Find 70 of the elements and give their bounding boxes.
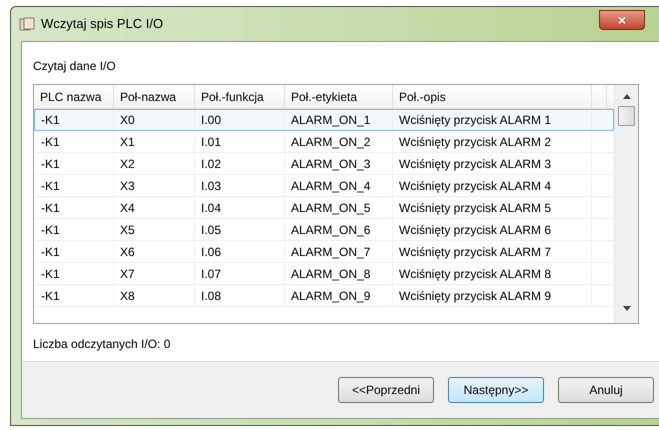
table-cell-text: X2: [120, 156, 135, 173]
column-header[interactable]: Poł.-funkcja: [195, 85, 285, 108]
table-cell-text: X6: [120, 244, 135, 261]
table-cell-text: -K1: [41, 266, 60, 283]
table-cell-text: -K1: [41, 288, 60, 305]
table-cell-text: X8: [120, 288, 135, 305]
table-row[interactable]: -K1 X6 I.06 ALARM_ON_7 Wciśnięty przycisk ALARM 7: [34, 241, 614, 263]
table-cell-text: I.08: [201, 288, 222, 305]
table-cell-text: ALARM_ON_2: [291, 134, 370, 151]
table-cell-text: -K1: [41, 156, 60, 173]
table-cell-text: Wciśnięty przycisk ALARM 2: [399, 134, 552, 151]
table-cell-text: ALARM_ON_7: [291, 244, 370, 261]
table-cell-text: ALARM_ON_5: [291, 200, 370, 217]
scroll-thumb[interactable]: [618, 106, 635, 126]
table-cell-text: ALARM_ON_4: [291, 178, 370, 195]
table-row[interactable]: -K1 X5 I.05 ALARM_ON_6 Wciśnięty przycisk ALARM 6: [34, 219, 614, 241]
table-cell-text: ALARM_ON_3: [291, 156, 370, 173]
table-cell-text: I.05: [201, 222, 222, 239]
window-title: Wczytaj spis PLC I/O: [41, 15, 164, 34]
scroll-up-icon[interactable]: [622, 94, 630, 99]
table-cell-text: Wciśnięty przycisk ALARM 4: [399, 178, 552, 195]
table-cell-text: X7: [120, 266, 135, 283]
table-cell-text: I.07: [201, 266, 222, 283]
table-cell-text: X0: [120, 112, 135, 129]
table-cell-text: Wciśnięty przycisk ALARM 1: [399, 112, 552, 129]
table-cell-text: ALARM_ON_8: [291, 266, 370, 283]
table-row[interactable]: -K1 X2 I.02 ALARM_ON_3 Wciśnięty przycisk ALARM 3: [34, 153, 614, 175]
column-header[interactable]: Poł.-opis: [393, 85, 592, 108]
table-cell-text: X3: [120, 178, 135, 195]
scrollbar[interactable]: [614, 85, 638, 323]
dialog-button[interactable]: Anuluj: [558, 377, 654, 403]
table-cell-text: -K1: [41, 222, 60, 239]
column-header[interactable]: PLC nazwa: [34, 85, 114, 108]
table-cell-text: I.02: [201, 156, 222, 173]
dialog-button[interactable]: Następny>>: [448, 377, 544, 403]
column-header[interactable]: Poł.-etykieta: [285, 85, 393, 108]
table-cell-text: Wciśnięty przycisk ALARM 9: [399, 288, 552, 305]
table-cell-text: ALARM_ON_6: [291, 222, 370, 239]
table-cell-text: Wciśnięty przycisk ALARM 8: [399, 266, 552, 283]
table-cell-text: -K1: [41, 178, 60, 195]
dialog-button[interactable]: <<Poprzedni: [338, 377, 434, 403]
table-cell-text: -K1: [41, 112, 60, 129]
table-cell-text: I.04: [201, 200, 222, 217]
table-cell-text: I.06: [201, 244, 222, 261]
table-cell-text: ALARM_ON_1: [291, 112, 370, 129]
column-header[interactable]: Poł-nazwa: [114, 85, 195, 108]
table-cell-text: X1: [120, 134, 135, 151]
table-cell-text: I.03: [201, 178, 222, 195]
table-cell-text: X5: [120, 222, 135, 239]
table-row[interactable]: -K1 X7 I.07 ALARM_ON_8 Wciśnięty przycisk ALARM 8: [34, 263, 614, 285]
table-cell-text: I.00: [201, 112, 222, 129]
table-cell-text: -K1: [41, 134, 60, 151]
section-title: Czytaj dane I/O: [33, 58, 117, 74]
table-row[interactable]: -K1 X3 I.03 ALARM_ON_4 Wciśnięty przycisk ALARM 4: [34, 175, 614, 197]
table-row[interactable]: -K1 X0 I.00 ALARM_ON_1 Wciśnięty przycisk ALARM 1: [34, 109, 614, 131]
window-icon: [19, 17, 35, 31]
table-cell-text: I.01: [201, 134, 222, 151]
table-cell-text: Wciśnięty przycisk ALARM 7: [399, 244, 552, 261]
table-cell-text: -K1: [41, 244, 60, 261]
table-cell-text: Wciśnięty przycisk ALARM 3: [399, 156, 552, 173]
table-row[interactable]: -K1 X4 I.04 ALARM_ON_5 Wciśnięty przycisk ALARM 5: [34, 197, 614, 219]
table-cell-text: Wciśnięty przycisk ALARM 5: [399, 200, 552, 217]
table-cell-text: ALARM_ON_9: [291, 288, 370, 305]
table-row[interactable]: -K1 X1 I.01 ALARM_ON_2 Wciśnięty przycisk ALARM 2: [34, 131, 614, 153]
status-text: Liczba odczytanych I/O: 0: [33, 336, 172, 352]
scroll-down-icon[interactable]: [622, 306, 630, 311]
table-cell-text: -K1: [41, 200, 60, 217]
table-cell-text: X4: [120, 200, 135, 217]
table-cell-text: Wciśnięty przycisk ALARM 6: [399, 222, 552, 239]
table-row[interactable]: -K1 X8 I.08 ALARM_ON_9 Wciśnięty przycisk ALARM 9: [34, 285, 614, 307]
